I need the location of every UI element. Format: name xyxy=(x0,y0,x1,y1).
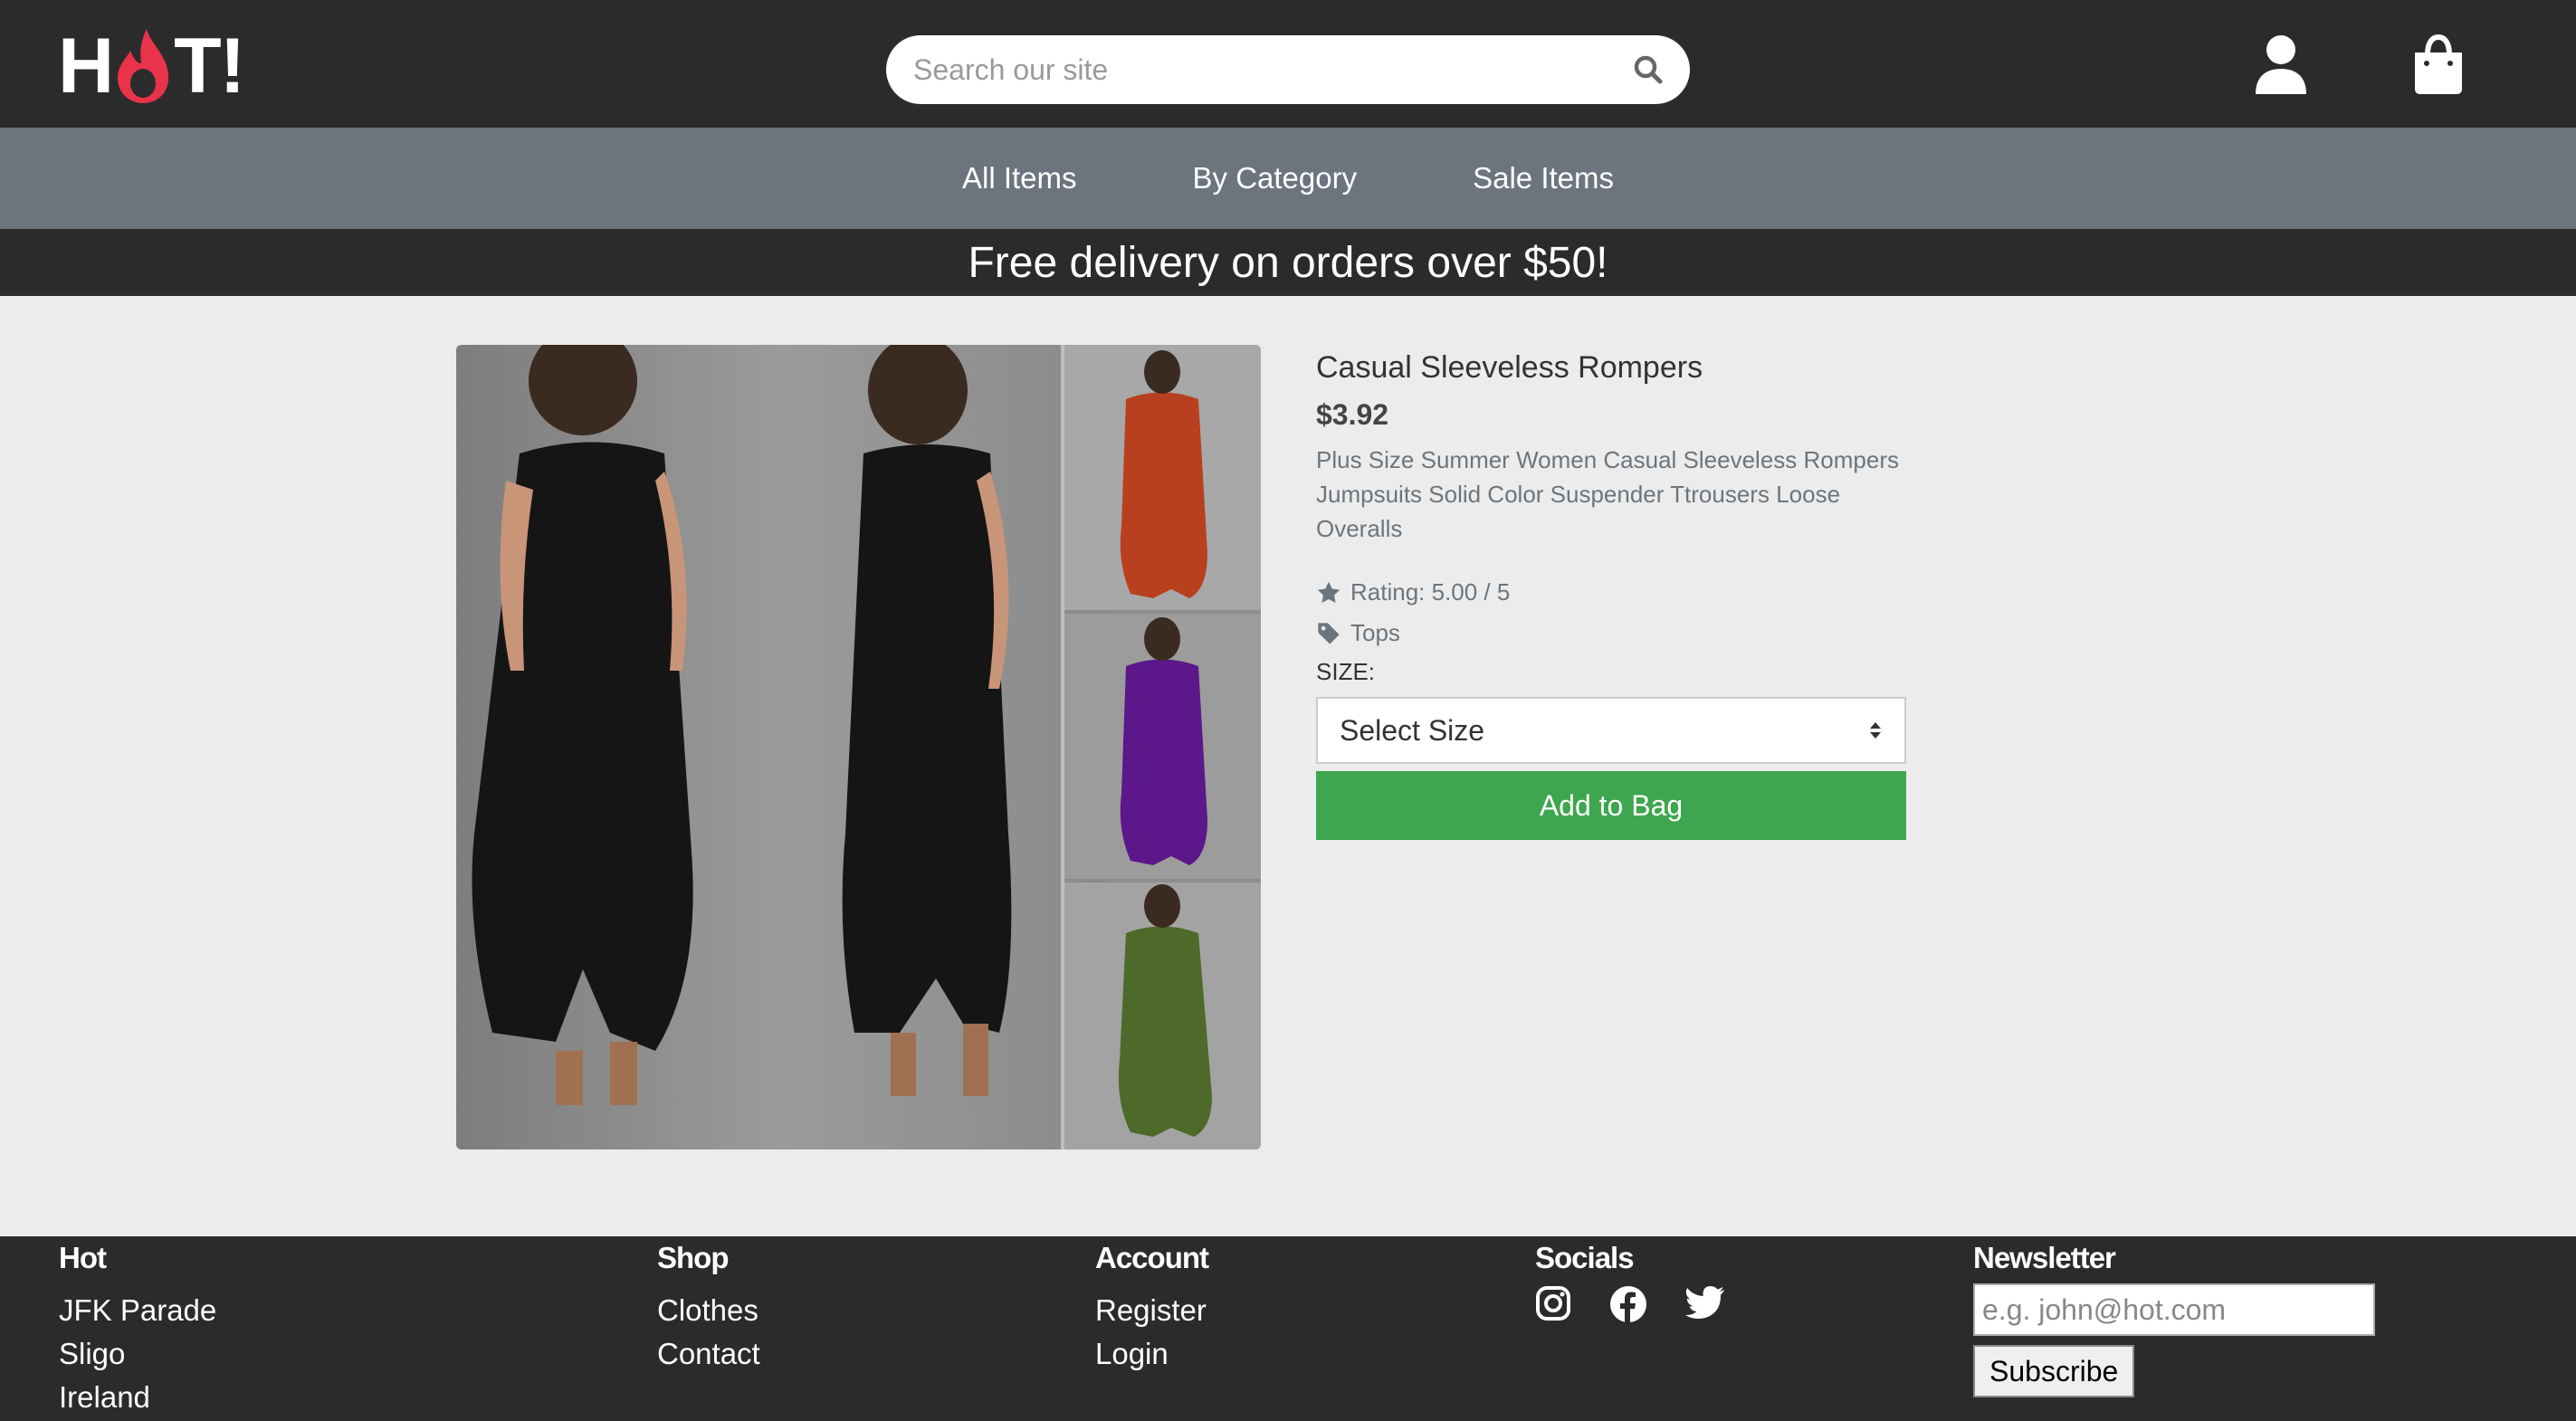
main-nav: All Items By Category Sale Items xyxy=(0,128,2576,229)
footer-newsletter-column: Newsletter Subscribe xyxy=(1973,1236,2375,1397)
search-icon[interactable] xyxy=(1632,53,1665,86)
size-label: SIZE: xyxy=(1316,658,1376,685)
product-details: Casual Sleeveless Rompers $3.92 Plus Siz… xyxy=(1316,345,1906,840)
sort-arrows-icon xyxy=(1870,722,1881,739)
user-icon[interactable] xyxy=(2254,34,2308,96)
footer-address-line: Ireland xyxy=(59,1380,150,1414)
footer-heading-account: Account xyxy=(1095,1241,1209,1274)
star-icon xyxy=(1317,581,1340,603)
footer-shop-column: Shop Clothes Contact xyxy=(657,1236,760,1376)
product-description: Plus Size Summer Women Casual Sleeveless… xyxy=(1316,446,1899,542)
rating-text: Rating: 5.00 / 5 xyxy=(1350,578,1511,606)
footer-link-register[interactable]: Register xyxy=(1095,1289,1208,1332)
social-icons xyxy=(1535,1285,1763,1323)
product-rating: Rating: 5.00 / 5 xyxy=(1316,578,1906,606)
footer-link-clothes[interactable]: Clothes xyxy=(657,1289,760,1332)
footer-address-line: JFK Parade xyxy=(59,1293,217,1327)
promo-banner: Free delivery on orders over $50! xyxy=(0,229,2576,296)
footer-link-contact[interactable]: Contact xyxy=(657,1332,760,1376)
product-price: $3.92 xyxy=(1316,398,1389,431)
facebook-icon[interactable] xyxy=(1609,1285,1647,1323)
footer-link-login[interactable]: Login xyxy=(1095,1332,1208,1376)
footer-account-column: Account Register Login xyxy=(1095,1236,1209,1376)
nav-by-category[interactable]: By Category xyxy=(1193,161,1358,196)
footer-hot-column: Hot JFK Parade Sligo Ireland xyxy=(59,1236,216,1419)
footer-heading-socials: Socials xyxy=(1535,1241,1635,1274)
twitter-icon[interactable] xyxy=(1685,1285,1725,1320)
product-title: Casual Sleeveless Rompers xyxy=(1316,350,1703,385)
site-logo[interactable]: H T! xyxy=(58,23,245,110)
nav-all-items[interactable]: All Items xyxy=(962,161,1077,196)
footer-socials-column: Socials xyxy=(1535,1236,1763,1323)
site-footer: Hot JFK Parade Sligo Ireland Shop Clothe… xyxy=(0,1236,2576,1421)
footer-heading-newsletter: Newsletter xyxy=(1973,1241,2116,1274)
footer-address-line: Sligo xyxy=(59,1337,126,1370)
site-header: H T! xyxy=(0,0,2576,128)
search-input[interactable] xyxy=(911,52,1632,88)
search-bar[interactable] xyxy=(886,35,1690,104)
size-select-value: Select Size xyxy=(1340,713,1485,747)
category-text: Tops xyxy=(1350,619,1400,646)
newsletter-email-input[interactable] xyxy=(1973,1283,2375,1336)
flame-icon xyxy=(118,29,169,103)
product-category[interactable]: Tops xyxy=(1316,619,1906,647)
instagram-icon[interactable] xyxy=(1535,1285,1571,1321)
subscribe-button[interactable]: Subscribe xyxy=(1973,1345,2135,1397)
add-to-bag-button[interactable]: Add to Bag xyxy=(1316,771,1906,840)
nav-sale-items[interactable]: Sale Items xyxy=(1473,161,1614,196)
product-image xyxy=(456,345,1261,1149)
shopping-bag-icon[interactable] xyxy=(2411,34,2466,96)
logo-letters-t: T! xyxy=(174,22,245,110)
size-select[interactable]: Select Size xyxy=(1316,697,1906,764)
footer-heading-shop: Shop xyxy=(657,1241,729,1274)
footer-heading-hot: Hot xyxy=(59,1241,107,1274)
logo-letter-h: H xyxy=(58,22,114,110)
tag-icon xyxy=(1318,622,1340,644)
